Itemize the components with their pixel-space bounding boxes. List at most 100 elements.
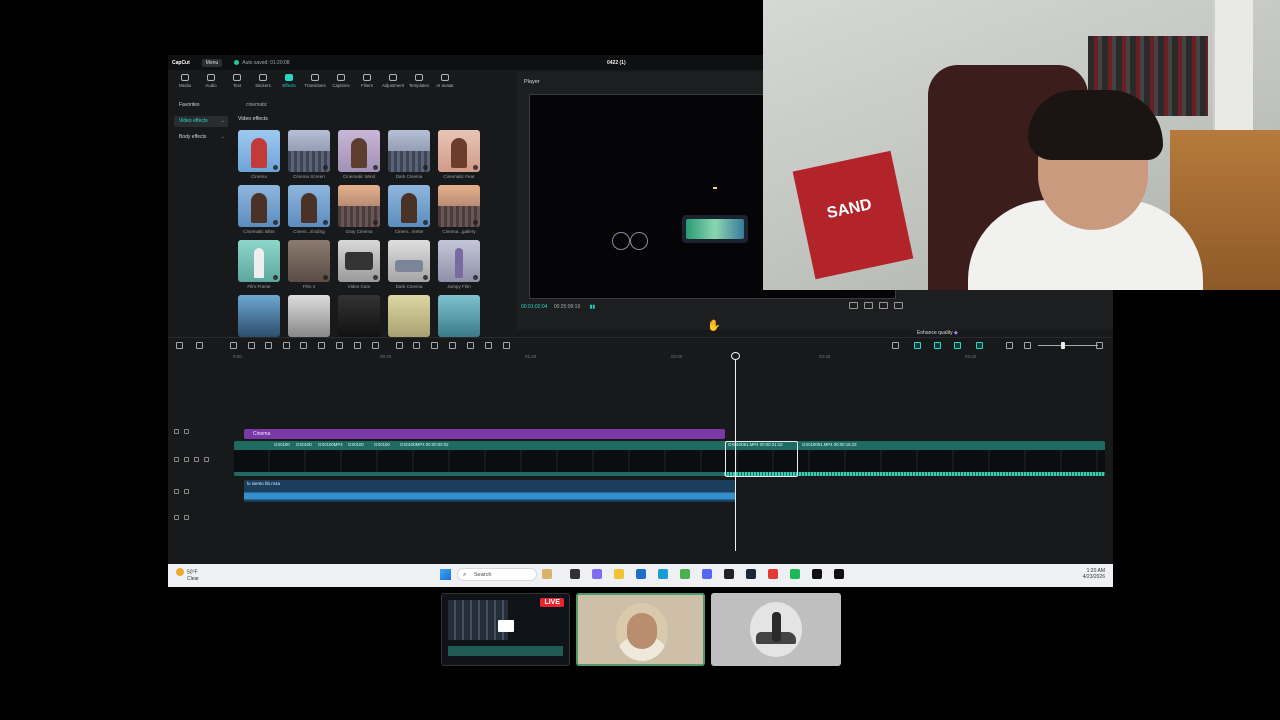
preview-axis-icon[interactable]	[976, 342, 983, 349]
category-media[interactable]: Media	[173, 70, 197, 94]
spotify-icon[interactable]	[790, 569, 800, 579]
undo-icon[interactable]	[230, 342, 237, 349]
lock-icon[interactable]	[184, 457, 189, 462]
effect-item[interactable]: Cinematic Wind	[338, 130, 380, 179]
effect-item[interactable]	[238, 295, 280, 339]
effect-item[interactable]: Cinem...mette	[388, 185, 430, 234]
participant-tile-user[interactable]	[711, 593, 841, 666]
caption-icon[interactable]	[1006, 342, 1013, 349]
mirror-icon[interactable]	[431, 342, 438, 349]
effect-item[interactable]	[288, 295, 330, 339]
playhead-handle[interactable]	[731, 352, 740, 360]
cover-icon[interactable]	[174, 457, 179, 462]
category-filters[interactable]: Filters	[355, 70, 379, 94]
effect-item[interactable]: Dark Cinema	[388, 130, 430, 179]
sparkle-icon[interactable]	[503, 342, 510, 349]
effect-item[interactable]: Cinem...Ending	[288, 185, 330, 234]
effect-item[interactable]: Cinema Screen	[288, 130, 330, 179]
category-ai-avatar[interactable]: AI avatar	[433, 70, 457, 94]
effect-clip[interactable]: Cinema	[244, 429, 725, 439]
nav-favorites[interactable]: Favorites	[174, 100, 228, 111]
task-view-icon[interactable]	[570, 569, 580, 579]
system-tray[interactable]: 1:20 AM 4/23/2026	[1083, 568, 1105, 580]
freeze-icon[interactable]	[396, 342, 403, 349]
steam-icon[interactable]	[746, 569, 756, 579]
zoom-out-icon[interactable]	[1024, 342, 1031, 349]
participant-tile-user[interactable]	[576, 593, 705, 666]
resize-icon[interactable]	[467, 342, 474, 349]
category-text[interactable]: Text	[225, 70, 249, 94]
effect-item[interactable]	[438, 295, 480, 339]
effect-item[interactable]: Film 4	[288, 240, 330, 289]
fullscreen-icon[interactable]	[894, 302, 903, 309]
widgets-app-icon[interactable]	[542, 569, 552, 579]
copilot-icon[interactable]	[592, 569, 602, 579]
timeline-ruler[interactable]: 0:00 00:40 01:20 02:00 02:40 03:20	[233, 353, 1113, 363]
marker-icon[interactable]	[336, 342, 343, 349]
lock-icon[interactable]	[174, 515, 179, 520]
lock-icon[interactable]	[174, 489, 179, 494]
effect-item[interactable]: Cinematic Fear	[438, 130, 480, 179]
effect-item[interactable]: Cinema...gallery	[438, 185, 480, 234]
weather-widget[interactable]: 50°F Clear	[176, 568, 199, 582]
effect-item[interactable]: Video Cam	[338, 240, 380, 289]
eye-icon[interactable]	[194, 457, 199, 462]
magnet-icon[interactable]	[934, 342, 941, 349]
ratio-icon[interactable]	[849, 302, 858, 309]
zoom-in-icon[interactable]	[1096, 342, 1103, 349]
category-transitions[interactable]: Transitions	[303, 70, 327, 94]
speaker-icon[interactable]	[184, 489, 189, 494]
effect-item[interactable]: Cinema	[238, 130, 280, 179]
effect-item[interactable]: Gray Cinema	[338, 185, 380, 234]
effect-item[interactable]	[388, 295, 430, 339]
select-tool-icon[interactable]	[196, 342, 203, 349]
delete-icon[interactable]	[318, 342, 325, 349]
playhead[interactable]	[735, 353, 736, 551]
edge-icon[interactable]	[658, 569, 668, 579]
taskbar-search-input[interactable]: ⌕ Search	[457, 568, 537, 581]
obs-icon[interactable]	[768, 569, 778, 579]
participant-tile-screen[interactable]: LIVE	[441, 593, 570, 666]
audio-clip[interactable]: lo siento bb.m4a	[244, 480, 736, 502]
enhance-quality-button[interactable]: Enhance quality ◆	[917, 330, 958, 336]
fit-icon[interactable]	[864, 302, 873, 309]
lock-icon[interactable]	[174, 429, 179, 434]
eye-icon[interactable]	[184, 429, 189, 434]
menu-button[interactable]: Menu	[201, 58, 223, 67]
category-stickers[interactable]: Stickers	[251, 70, 275, 94]
reverse-icon[interactable]	[413, 342, 420, 349]
discord-icon[interactable]	[702, 569, 712, 579]
quality-icon[interactable]	[879, 302, 888, 309]
speaker-icon[interactable]	[184, 515, 189, 520]
zoom-slider[interactable]	[1038, 345, 1098, 346]
category-templates[interactable]: Templates	[407, 70, 431, 94]
windows-start-icon[interactable]	[440, 569, 451, 580]
category-captions[interactable]: Captions	[329, 70, 353, 94]
file-explorer-icon[interactable]	[614, 569, 624, 579]
split-icon[interactable]	[265, 342, 272, 349]
capcut-icon[interactable]	[812, 569, 822, 579]
terminal-icon[interactable]	[724, 569, 734, 579]
effects-search-input[interactable]: cinematic	[238, 100, 508, 110]
mic-icon[interactable]	[892, 342, 899, 349]
split-right-icon[interactable]	[300, 342, 307, 349]
effect-item[interactable]: Dark Cinema	[388, 240, 430, 289]
link-icon[interactable]	[914, 342, 921, 349]
ai-icon[interactable]	[449, 342, 456, 349]
zoom-slider-handle[interactable]	[1061, 342, 1065, 349]
nav-video-effects[interactable]: Video effects ⌄	[174, 116, 228, 127]
video-track[interactable]: GX0100 GX0100 GX0100MP4 GX0100 GX0100 GX…	[234, 441, 1105, 476]
chrome-icon[interactable]	[680, 569, 690, 579]
category-adjustment[interactable]: Adjustment	[381, 70, 405, 94]
category-audio[interactable]: Audio	[199, 70, 223, 94]
fit-icon[interactable]	[485, 342, 492, 349]
speaker-icon[interactable]	[204, 457, 209, 462]
add-icon[interactable]	[176, 342, 183, 349]
split-left-icon[interactable]	[283, 342, 290, 349]
crop-icon[interactable]	[354, 342, 361, 349]
effect-item[interactable]: Cinematic Bliss	[238, 185, 280, 234]
snap-icon[interactable]	[954, 342, 961, 349]
pen-icon[interactable]	[372, 342, 379, 349]
effect-item[interactable]	[338, 295, 380, 339]
nav-body-effects[interactable]: Body effects ⌄	[174, 132, 228, 143]
